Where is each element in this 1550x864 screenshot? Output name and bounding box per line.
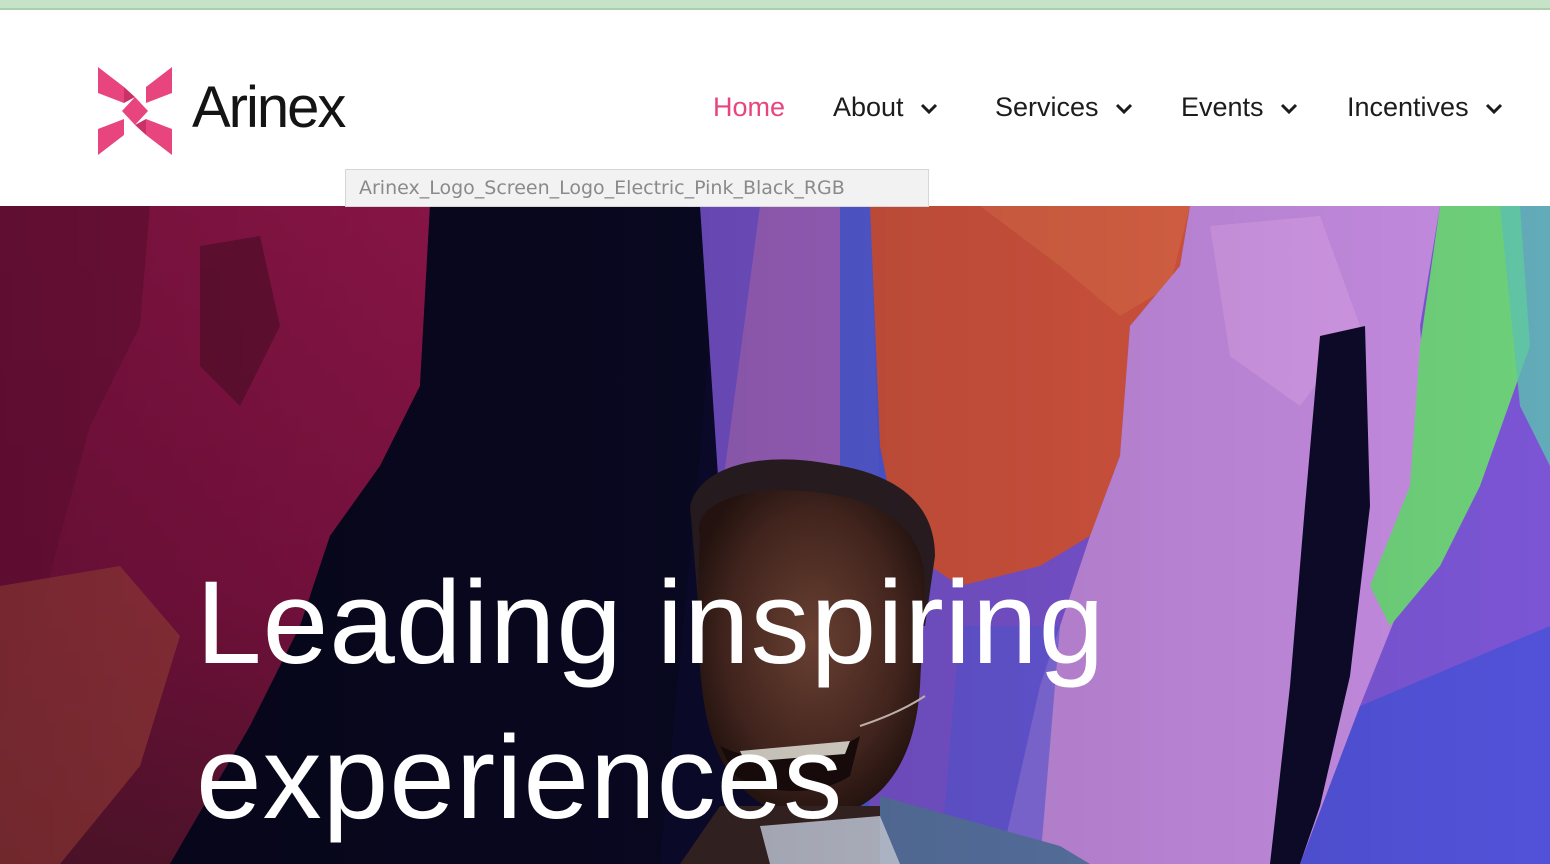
nav-item-home[interactable]: Home [713,83,785,131]
nav-item-label: Services [995,91,1099,122]
chevron-down-icon [1485,103,1502,115]
nav-item-label: About [833,91,904,122]
nav-item-about[interactable]: About [833,83,938,131]
logo-tooltip: Arinex_Logo_Screen_Logo_Electric_Pink_Bl… [345,169,929,207]
hero-title: Leading inspiring experiences [196,546,1296,856]
nav-item-services[interactable]: Services [995,83,1133,131]
chevron-down-icon [920,103,937,115]
hero-title-line-2: experiences [196,712,844,844]
chevron-down-icon [1115,103,1132,115]
hero-section: Leading inspiring experiences [0,206,1550,864]
hero-title-line-1: Leading inspiring [196,557,1106,689]
chevron-down-icon [1280,103,1297,115]
nav-item-label: Incentives [1347,91,1469,122]
nav-item-incentives[interactable]: Incentives [1347,83,1503,131]
nav-item-events[interactable]: Events [1181,83,1298,131]
main-nav: Home About Services Events Incentives [0,83,1550,131]
browser-top-strip [0,0,1550,10]
nav-item-label: Home [713,91,786,122]
nav-item-label: Events [1181,91,1264,122]
